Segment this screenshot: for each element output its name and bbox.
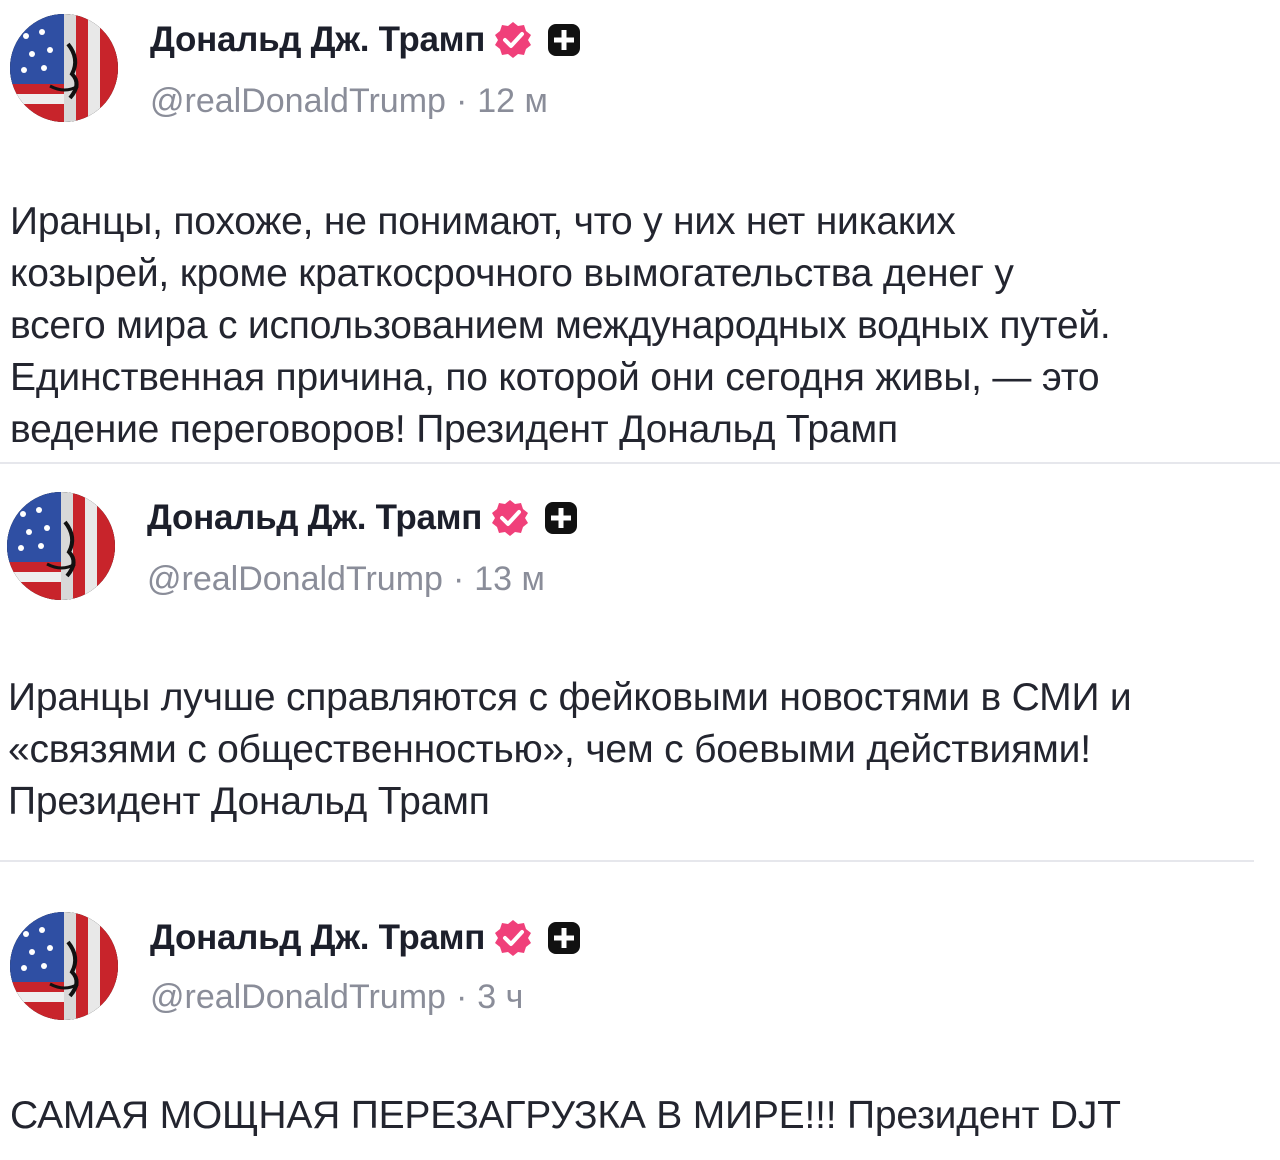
post-divider xyxy=(0,462,1280,464)
post-text-line: козырей, кроме краткосрочного вымогатель… xyxy=(10,252,1014,295)
post-time[interactable]: 12 м xyxy=(477,82,548,120)
meta-separator: · xyxy=(455,82,468,120)
post-header: Дональд Дж. Трамп xyxy=(150,20,581,60)
post-text-line: «связями с общественностью», чем с боевы… xyxy=(8,728,1091,771)
author-handle[interactable]: @realDonaldTrump xyxy=(150,82,446,120)
post-text-line: Единственная причина, по которой они сег… xyxy=(10,356,1100,399)
post-meta: @realDonaldTrump · 13 м xyxy=(147,560,545,599)
meta-separator: · xyxy=(452,560,465,598)
post[interactable]: Дональд Дж. Трамп @realDonaldTrump · 3 ч С… xyxy=(0,868,1280,1160)
post-body: САМАЯ МОЩНАЯ ПЕРЕЗАГРУЗКА В МИРЕ!!! През… xyxy=(10,1090,1121,1142)
post-text-line: ведение переговоров! Президент Дональд Т… xyxy=(10,408,898,451)
post-text-line: всего мира с использованием международны… xyxy=(10,304,1111,347)
post-text-line: Иранцы лучше справляются с фейковыми нов… xyxy=(8,676,1132,719)
meta-separator: · xyxy=(455,978,468,1016)
avatar[interactable] xyxy=(7,492,115,600)
author-handle[interactable]: @realDonaldTrump xyxy=(150,978,446,1016)
post-header: Дональд Дж. Трамп xyxy=(150,918,581,958)
post-body: Иранцы, похоже, не понимают, что у них н… xyxy=(10,196,1111,456)
post-text-line: Иранцы, похоже, не понимают, что у них н… xyxy=(10,200,956,243)
avatar-flag-face-icon xyxy=(7,492,115,600)
plus-badge-icon xyxy=(547,23,581,57)
post[interactable]: Дональд Дж. Трамп @realDonaldTrump · 12 м … xyxy=(0,0,1280,460)
post-feed: Дональд Дж. Трамп @realDonaldTrump · 12 м … xyxy=(0,0,1280,1160)
post-meta: @realDonaldTrump · 3 ч xyxy=(150,978,523,1017)
post-header: Дональд Дж. Трамп xyxy=(147,498,578,538)
post-meta: @realDonaldTrump · 12 м xyxy=(150,82,548,121)
plus-badge-icon xyxy=(544,501,578,535)
avatar[interactable] xyxy=(10,912,118,1020)
author-name[interactable]: Дональд Дж. Трамп xyxy=(150,20,485,60)
post-time[interactable]: 3 ч xyxy=(477,978,523,1016)
author-handle[interactable]: @realDonaldTrump xyxy=(147,560,443,598)
avatar[interactable] xyxy=(10,14,118,122)
post-divider xyxy=(0,860,1254,862)
verified-icon xyxy=(493,918,533,958)
author-name[interactable]: Дональд Дж. Трамп xyxy=(147,498,482,538)
verified-icon xyxy=(493,20,533,60)
avatar-flag-face-icon xyxy=(10,912,118,1020)
post-body: Иранцы лучше справляются с фейковыми нов… xyxy=(8,672,1132,828)
verified-icon xyxy=(490,498,530,538)
plus-badge-icon xyxy=(547,921,581,955)
author-name[interactable]: Дональд Дж. Трамп xyxy=(150,918,485,958)
post-text-line: Президент Дональд Трамп xyxy=(8,780,490,823)
avatar-flag-face-icon xyxy=(10,14,118,122)
post-time[interactable]: 13 м xyxy=(474,560,545,598)
post-text-line: САМАЯ МОЩНАЯ ПЕРЕЗАГРУЗКА В МИРЕ!!! През… xyxy=(10,1094,1121,1137)
post[interactable]: Дональд Дж. Трамп @realDonaldTrump · 13 м … xyxy=(0,470,1280,860)
